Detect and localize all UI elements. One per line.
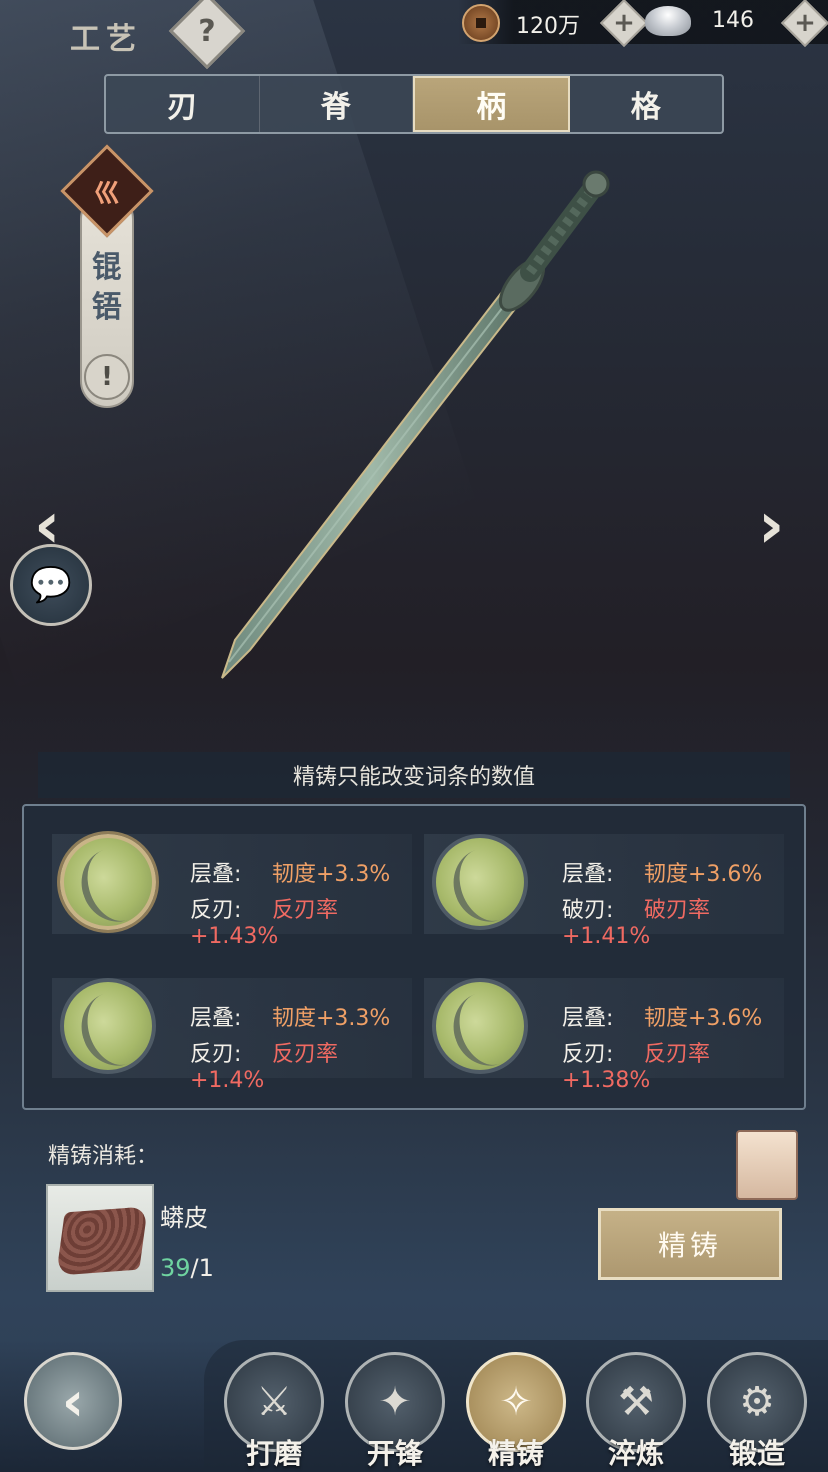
attribute-value: 韧度+3.3% <box>272 1006 391 1031</box>
copper-value: 120万 <box>516 14 580 39</box>
tab-hilt[interactable]: 柄 <box>413 76 570 132</box>
attribute-label: 层叠: <box>562 862 614 887</box>
plus-icon: + <box>794 8 816 38</box>
attribute-value: 韧度+3.6% <box>644 1006 763 1031</box>
tab-spine[interactable]: 脊 <box>260 76 413 132</box>
attribute-panel: 层叠: 韧度+3.3% 反刃: 反刃率+1.43% 层叠: 韧度+3.6% 破刃: 破刃… <box>22 804 806 1110</box>
chat-icon[interactable]: 💬 <box>10 544 92 626</box>
lantern-decoration-icon <box>736 1130 798 1200</box>
attribute-card-3[interactable]: 层叠: 韧度+3.3% 反刃: 反刃率+1.4% <box>52 978 412 1093</box>
attribute-card-1[interactable]: 层叠: 韧度+3.3% 反刃: 反刃率+1.43% <box>52 834 412 949</box>
material-name: 蟒皮 <box>160 1204 208 1232</box>
nav-label: 打磨 <box>245 1437 302 1470</box>
nav-sharpen[interactable]: ✦ 开锋 <box>345 1352 445 1472</box>
part-tabs: 刃 脊 柄 格 <box>104 74 724 134</box>
silver-value: 146 <box>712 8 754 33</box>
attribute-value: 韧度+3.6% <box>644 862 763 887</box>
python-skin-material-icon[interactable] <box>46 1184 154 1292</box>
plus-icon: + <box>613 8 635 38</box>
silver-ingot-icon <box>645 6 691 36</box>
attribute-value: 韧度+3.3% <box>272 862 391 887</box>
help-button[interactable]: ? <box>168 0 246 70</box>
attribute-label: 层叠: <box>190 862 242 887</box>
cost-title: 精铸消耗： <box>48 1144 159 1169</box>
attribute-label: 反刃: <box>562 1042 614 1067</box>
weapon-info-alert-icon[interactable]: ! <box>84 354 130 400</box>
copper-coin-icon <box>462 4 500 42</box>
refine-button[interactable]: 精铸 <box>598 1208 782 1280</box>
nav-refine[interactable]: ✧ 精铸 <box>466 1352 566 1472</box>
attribute-label: 破刃: <box>562 898 614 923</box>
question-icon: ? <box>198 13 216 49</box>
attribute-disc-icon <box>60 978 156 1074</box>
refine-info-text: 精铸只能改变词条的数值 <box>38 752 790 798</box>
attribute-disc-icon <box>60 834 156 930</box>
attribute-card-2[interactable]: 层叠: 韧度+3.6% 破刃: 破刃率+1.41% <box>424 834 784 949</box>
back-button[interactable]: ‹ <box>24 1352 122 1450</box>
attribute-disc-icon <box>432 834 528 930</box>
tab-blade[interactable]: 刃 <box>106 76 260 132</box>
weapon-name: 锟 铻 <box>92 250 122 325</box>
nav-forge[interactable]: ⚙ 锻造 <box>707 1352 807 1472</box>
nav-label: 锻造 <box>728 1437 785 1470</box>
nav-temper[interactable]: ⚒ 淬炼 <box>586 1352 686 1472</box>
page-title: 工艺 <box>70 22 142 57</box>
attribute-label: 反刃: <box>190 898 242 923</box>
nav-label: 淬炼 <box>607 1437 664 1470</box>
weapon-emblem-icon: 巛 <box>60 144 154 238</box>
attribute-label: 层叠: <box>190 1006 242 1031</box>
next-weapon-arrow[interactable]: › <box>758 494 784 558</box>
attribute-card-4[interactable]: 层叠: 韧度+3.6% 反刃: 反刃率+1.38% <box>424 978 784 1093</box>
nav-label: 精铸 <box>487 1437 544 1470</box>
attribute-label: 反刃: <box>190 1042 242 1067</box>
nav-label: 开锋 <box>366 1437 423 1470</box>
nav-polish[interactable]: ⚔ 打磨 <box>224 1352 324 1472</box>
material-count: 39/1 <box>160 1254 214 1282</box>
attribute-disc-icon <box>432 978 528 1074</box>
tab-guard[interactable]: 格 <box>570 76 723 132</box>
attribute-label: 层叠: <box>562 1006 614 1031</box>
